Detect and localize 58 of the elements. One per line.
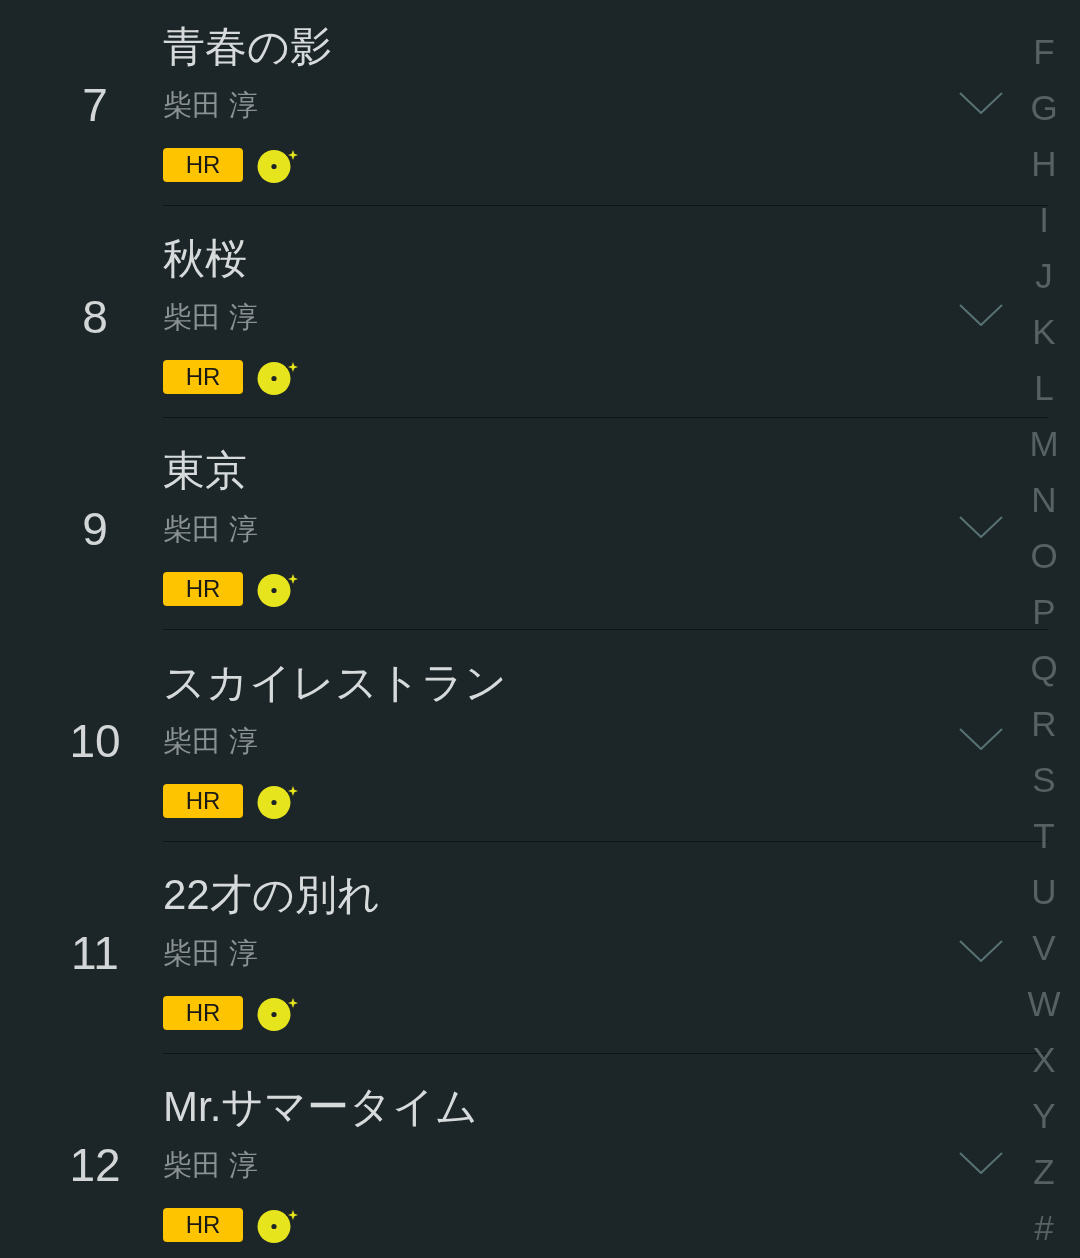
- track-title: スカイレストラン: [163, 658, 507, 708]
- index-letter[interactable]: V: [1032, 920, 1056, 976]
- chevron-down-icon[interactable]: [959, 516, 1003, 538]
- chevron-down-icon[interactable]: [959, 92, 1003, 114]
- artist-name: 柴田 淳: [163, 936, 259, 971]
- track-title: Mr.サマータイム: [163, 1082, 479, 1132]
- chevron-down-icon[interactable]: [959, 1152, 1003, 1174]
- index-letter[interactable]: K: [1032, 304, 1056, 360]
- chevron-down-icon[interactable]: [959, 940, 1003, 962]
- index-letter[interactable]: O: [1030, 528, 1058, 584]
- track-number: 10: [68, 714, 122, 769]
- hi-res-badge: HR: [163, 148, 243, 182]
- index-letter[interactable]: L: [1034, 360, 1054, 416]
- track-number: 9: [81, 502, 109, 557]
- artist-name: 柴田 淳: [163, 300, 259, 335]
- index-letter[interactable]: Q: [1030, 640, 1058, 696]
- disc-sparkle-icon: [257, 571, 301, 607]
- index-letter[interactable]: I: [1039, 192, 1049, 248]
- index-letter[interactable]: #: [1034, 1200, 1054, 1256]
- index-letter[interactable]: G: [1030, 80, 1058, 136]
- track-number: 7: [81, 78, 109, 133]
- track-title: 秋桜: [163, 234, 247, 284]
- disc-sparkle-icon: [257, 995, 301, 1031]
- hi-res-badge: HR: [163, 572, 243, 606]
- hi-res-badge: HR: [163, 1208, 243, 1242]
- track-title: 22才の別れ: [163, 870, 380, 920]
- disc-sparkle-icon: [257, 147, 301, 183]
- index-letter[interactable]: R: [1031, 696, 1057, 752]
- hi-res-badge: HR: [163, 996, 243, 1030]
- hi-res-badge: HR: [163, 360, 243, 394]
- index-letter[interactable]: X: [1032, 1032, 1056, 1088]
- index-letter[interactable]: J: [1035, 248, 1053, 304]
- disc-sparkle-icon: [257, 783, 301, 819]
- track-title: 青春の影: [163, 22, 332, 72]
- index-letter[interactable]: S: [1032, 752, 1056, 808]
- index-letter[interactable]: Y: [1032, 1088, 1056, 1144]
- artist-name: 柴田 淳: [163, 724, 259, 759]
- track-number: 11: [70, 926, 120, 981]
- artist-name: 柴田 淳: [163, 1148, 259, 1183]
- index-letter[interactable]: F: [1033, 24, 1055, 80]
- track-number: 8: [81, 290, 109, 345]
- chevron-down-icon[interactable]: [959, 728, 1003, 750]
- index-letter[interactable]: P: [1032, 584, 1056, 640]
- artist-name: 柴田 淳: [163, 512, 259, 547]
- index-letter[interactable]: N: [1031, 472, 1057, 528]
- index-letter[interactable]: W: [1027, 976, 1061, 1032]
- track-number: 12: [68, 1138, 122, 1193]
- index-letter[interactable]: M: [1029, 416, 1059, 472]
- hi-res-badge: HR: [163, 784, 243, 818]
- chevron-down-icon[interactable]: [959, 304, 1003, 326]
- disc-sparkle-icon: [257, 359, 301, 395]
- disc-sparkle-icon: [257, 1207, 301, 1243]
- artist-name: 柴田 淳: [163, 88, 259, 123]
- index-letter[interactable]: U: [1031, 864, 1057, 920]
- index-letter[interactable]: Z: [1033, 1144, 1055, 1200]
- index-letter[interactable]: T: [1033, 808, 1055, 864]
- index-letter[interactable]: H: [1031, 136, 1057, 192]
- track-title: 東京: [163, 446, 247, 496]
